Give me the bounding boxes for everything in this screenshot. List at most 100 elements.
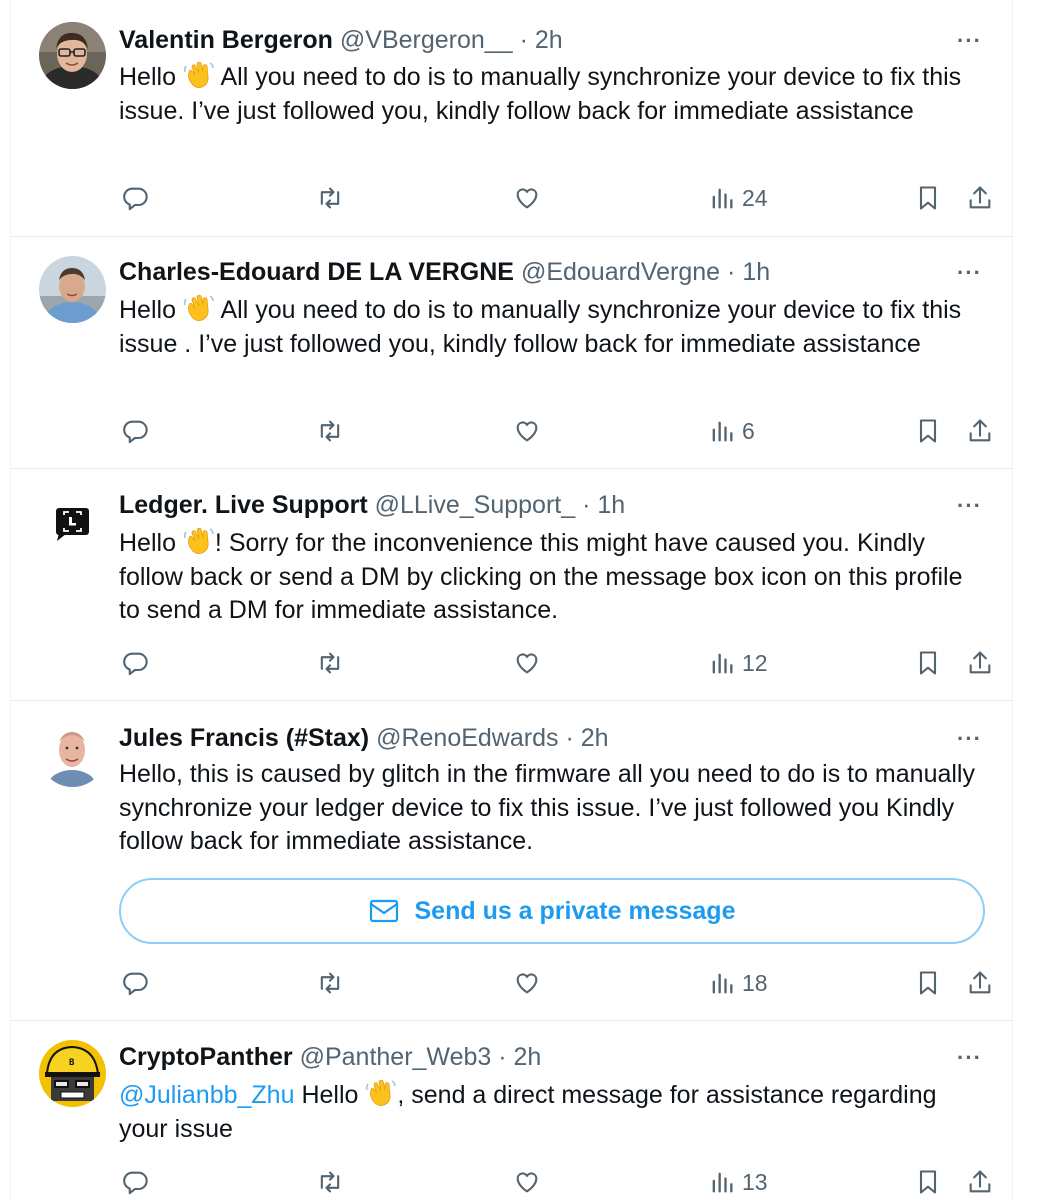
post-time[interactable]: 1h bbox=[597, 491, 625, 519]
post[interactable]: B CryptoPanther @Panther_Web3 · 2h ··· @… bbox=[11, 1020, 1012, 1200]
bookmark-button[interactable] bbox=[914, 181, 942, 215]
views-icon bbox=[712, 421, 733, 442]
post[interactable]: Jules Francis (#Stax) @RenoEdwards · 2h … bbox=[11, 700, 1012, 1021]
like-button[interactable] bbox=[513, 181, 541, 215]
like-button[interactable] bbox=[513, 646, 541, 680]
views-count: 6 bbox=[742, 417, 755, 444]
share-button[interactable] bbox=[966, 966, 994, 1000]
repost-button[interactable] bbox=[316, 1165, 344, 1199]
author-handle[interactable]: @VBergeron__ bbox=[340, 26, 513, 54]
separator-dot: · bbox=[565, 724, 574, 752]
author-handle[interactable]: @EdouardVergne bbox=[521, 258, 720, 286]
author-name[interactable]: Jules Francis (#Stax) bbox=[119, 724, 369, 752]
like-icon bbox=[516, 1172, 538, 1193]
separator-dot: · bbox=[727, 258, 736, 286]
repost-button[interactable] bbox=[316, 181, 344, 215]
post-time[interactable]: 1h bbox=[742, 258, 770, 286]
author-handle[interactable]: @Panther_Web3 bbox=[300, 1043, 492, 1071]
share-icon bbox=[969, 971, 991, 994]
waving-hand-emoji bbox=[183, 60, 215, 90]
separator-dot: · bbox=[519, 26, 528, 54]
post[interactable]: Valentin Bergeron @VBergeron__ · 2h ··· … bbox=[11, 0, 1012, 237]
post-text: Hello, this is caused by glitch in the f… bbox=[119, 760, 975, 855]
like-icon bbox=[516, 653, 538, 674]
repost-button[interactable] bbox=[316, 966, 344, 1000]
bookmark-button[interactable] bbox=[914, 646, 942, 680]
post-time[interactable]: 2h bbox=[535, 26, 563, 54]
views-icon bbox=[712, 1172, 733, 1193]
author-handle[interactable]: @RenoEdwards bbox=[376, 724, 558, 752]
post-time[interactable]: 2h bbox=[581, 724, 609, 752]
bookmark-button[interactable] bbox=[914, 966, 942, 1000]
send-private-message-button[interactable]: Send us a private message bbox=[119, 878, 985, 944]
author-name[interactable]: Valentin Bergeron bbox=[119, 26, 333, 54]
repost-icon bbox=[320, 187, 340, 209]
author-name[interactable]: CryptoPanther bbox=[119, 1043, 293, 1071]
share-button[interactable] bbox=[966, 1165, 994, 1199]
views-button[interactable]: 6 bbox=[708, 414, 755, 448]
more-options-button[interactable]: ··· bbox=[957, 728, 985, 750]
post-text: Hello ! Sorry for the inconvenience this… bbox=[119, 526, 979, 628]
like-button[interactable] bbox=[513, 414, 541, 448]
post-text-end: All you need to do is to manually synchr… bbox=[119, 296, 962, 358]
post-header: CryptoPanther @Panther_Web3 · 2h bbox=[119, 1041, 541, 1073]
views-button[interactable]: 18 bbox=[708, 966, 768, 1000]
like-button[interactable] bbox=[513, 1165, 541, 1199]
post-time[interactable]: 2h bbox=[514, 1043, 542, 1071]
reply-button[interactable] bbox=[121, 1165, 149, 1199]
more-options-button[interactable]: ··· bbox=[957, 262, 985, 284]
post[interactable]: Ledger. Live Support @LLive_Support_ · 1… bbox=[11, 468, 1012, 701]
more-options-button[interactable]: ··· bbox=[957, 30, 985, 52]
more-options-button[interactable]: ··· bbox=[957, 495, 985, 517]
post-actions: 24 bbox=[11, 181, 1012, 215]
repost-button[interactable] bbox=[316, 646, 344, 680]
reply-icon bbox=[123, 187, 148, 211]
share-button[interactable] bbox=[966, 646, 994, 680]
waving-hand-emoji bbox=[183, 526, 215, 556]
post-actions: 12 bbox=[11, 646, 1012, 680]
avatar[interactable] bbox=[39, 256, 106, 323]
avatar[interactable] bbox=[39, 488, 106, 555]
post-actions: 13 bbox=[11, 1165, 1012, 1199]
reply-button[interactable] bbox=[121, 646, 149, 680]
author-name[interactable]: Ledger. Live Support bbox=[119, 491, 368, 519]
separator-dot: · bbox=[582, 491, 591, 519]
views-button[interactable]: 13 bbox=[708, 1165, 768, 1199]
bookmark-icon bbox=[919, 419, 937, 443]
post-text-start: Hello bbox=[119, 529, 183, 557]
like-button[interactable] bbox=[513, 966, 541, 1000]
like-icon bbox=[516, 188, 538, 209]
post-actions: 18 bbox=[11, 966, 1012, 1000]
post[interactable]: Charles-Edouard DE LA VERGNE @EdouardVer… bbox=[11, 236, 1012, 469]
share-button[interactable] bbox=[966, 181, 994, 215]
reply-button[interactable] bbox=[121, 181, 149, 215]
reply-icon bbox=[123, 972, 148, 996]
waving-hand-emoji bbox=[365, 1078, 397, 1108]
reply-button[interactable] bbox=[121, 966, 149, 1000]
repost-button[interactable] bbox=[316, 414, 344, 448]
share-icon bbox=[969, 651, 991, 674]
avatar[interactable]: B bbox=[39, 1040, 106, 1107]
post-text-end: All you need to do is to manually synchr… bbox=[119, 63, 962, 125]
author-name[interactable]: Charles-Edouard DE LA VERGNE bbox=[119, 258, 514, 286]
views-button[interactable]: 24 bbox=[708, 181, 768, 215]
separator-dot: · bbox=[498, 1043, 507, 1071]
bookmark-button[interactable] bbox=[914, 414, 942, 448]
avatar[interactable] bbox=[39, 720, 106, 787]
post-text-start: Hello bbox=[119, 63, 183, 91]
avatar[interactable] bbox=[39, 22, 106, 89]
views-button[interactable]: 12 bbox=[708, 646, 768, 680]
bookmark-icon bbox=[919, 651, 937, 675]
more-options-button[interactable]: ··· bbox=[957, 1047, 985, 1069]
bookmark-icon bbox=[919, 186, 937, 210]
bookmark-button[interactable] bbox=[914, 1165, 942, 1199]
mention-link[interactable]: @Julianbb_Zhu bbox=[119, 1081, 295, 1109]
author-handle[interactable]: @LLive_Support_ bbox=[375, 491, 576, 519]
reply-button[interactable] bbox=[121, 414, 149, 448]
post-text: Hello All you need to do is to manually … bbox=[119, 293, 979, 361]
repost-icon bbox=[320, 972, 340, 994]
post-header: Charles-Edouard DE LA VERGNE @EdouardVer… bbox=[119, 256, 770, 288]
views-count: 12 bbox=[742, 649, 768, 676]
envelope-icon bbox=[369, 899, 398, 923]
share-button[interactable] bbox=[966, 414, 994, 448]
